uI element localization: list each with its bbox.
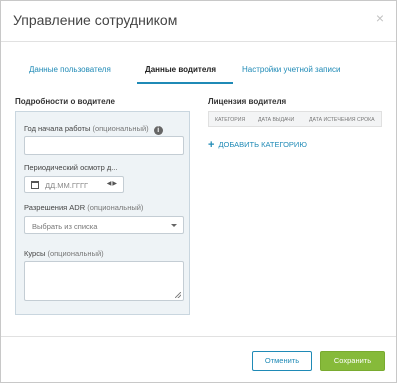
save-button[interactable]: Сохранить xyxy=(320,351,385,371)
license-table-header: Категория Дата выдачи Дата истечения сро… xyxy=(208,111,382,127)
close-icon[interactable]: × xyxy=(376,11,384,25)
checkup-date-input[interactable]: ДД.ММ.ГГГГ ◀▶ xyxy=(24,176,124,193)
driver-details-heading: Подробности о водителе xyxy=(15,97,115,106)
adr-label: Разрешения ADR (опциональный) xyxy=(24,203,144,212)
courses-optional: (опциональный) xyxy=(47,249,104,258)
start-year-input[interactable] xyxy=(24,136,184,155)
courses-label: Курсы (опциональный) xyxy=(24,249,104,258)
date-placeholder: ДД.ММ.ГГГГ xyxy=(45,181,89,190)
resize-handle-icon[interactable] xyxy=(175,292,181,298)
tab-driver-data[interactable]: Данные водителя xyxy=(145,65,216,74)
checkup-label: Периодический осмотр д... xyxy=(24,163,118,172)
adr-optional: (опциональный) xyxy=(87,203,144,212)
date-stepper-icon[interactable]: ◀▶ xyxy=(107,180,118,187)
driver-license-heading: Лицензия водителя xyxy=(208,97,287,106)
tab-user-data[interactable]: Данные пользователя xyxy=(29,65,111,74)
employee-modal: Управление сотрудником × Данные пользова… xyxy=(0,0,397,383)
active-tab-indicator xyxy=(137,82,233,84)
modal-title: Управление сотрудником xyxy=(13,12,178,28)
plus-icon: + xyxy=(208,139,215,151)
column-expiry-date: Дата истечения срока xyxy=(309,117,375,123)
info-icon[interactable]: i xyxy=(153,126,163,135)
tab-account-settings[interactable]: Настройки учетной записи xyxy=(242,65,340,74)
start-year-label: Год начала работы (опциональный) i xyxy=(24,124,163,135)
add-category-link[interactable]: + ДОБАВИТЬ КАТЕГОРИЮ xyxy=(208,139,307,151)
modal-header: Управление сотрудником × xyxy=(1,1,396,42)
driver-details-panel: Год начала работы (опциональный) i Перио… xyxy=(15,111,190,315)
column-category: Категория xyxy=(215,117,246,123)
calendar-icon[interactable] xyxy=(31,181,39,189)
adr-select-value: Выбрать из списка xyxy=(32,222,98,231)
courses-textarea[interactable] xyxy=(24,261,184,301)
column-issue-date: Дата выдачи xyxy=(258,117,295,123)
start-year-optional: (опциональный) xyxy=(92,124,149,133)
adr-select[interactable]: Выбрать из списка xyxy=(24,216,184,234)
chevron-down-icon xyxy=(171,224,177,227)
cancel-button[interactable]: Отменить xyxy=(252,351,312,371)
modal-footer: Отменить Сохранить xyxy=(1,336,396,382)
